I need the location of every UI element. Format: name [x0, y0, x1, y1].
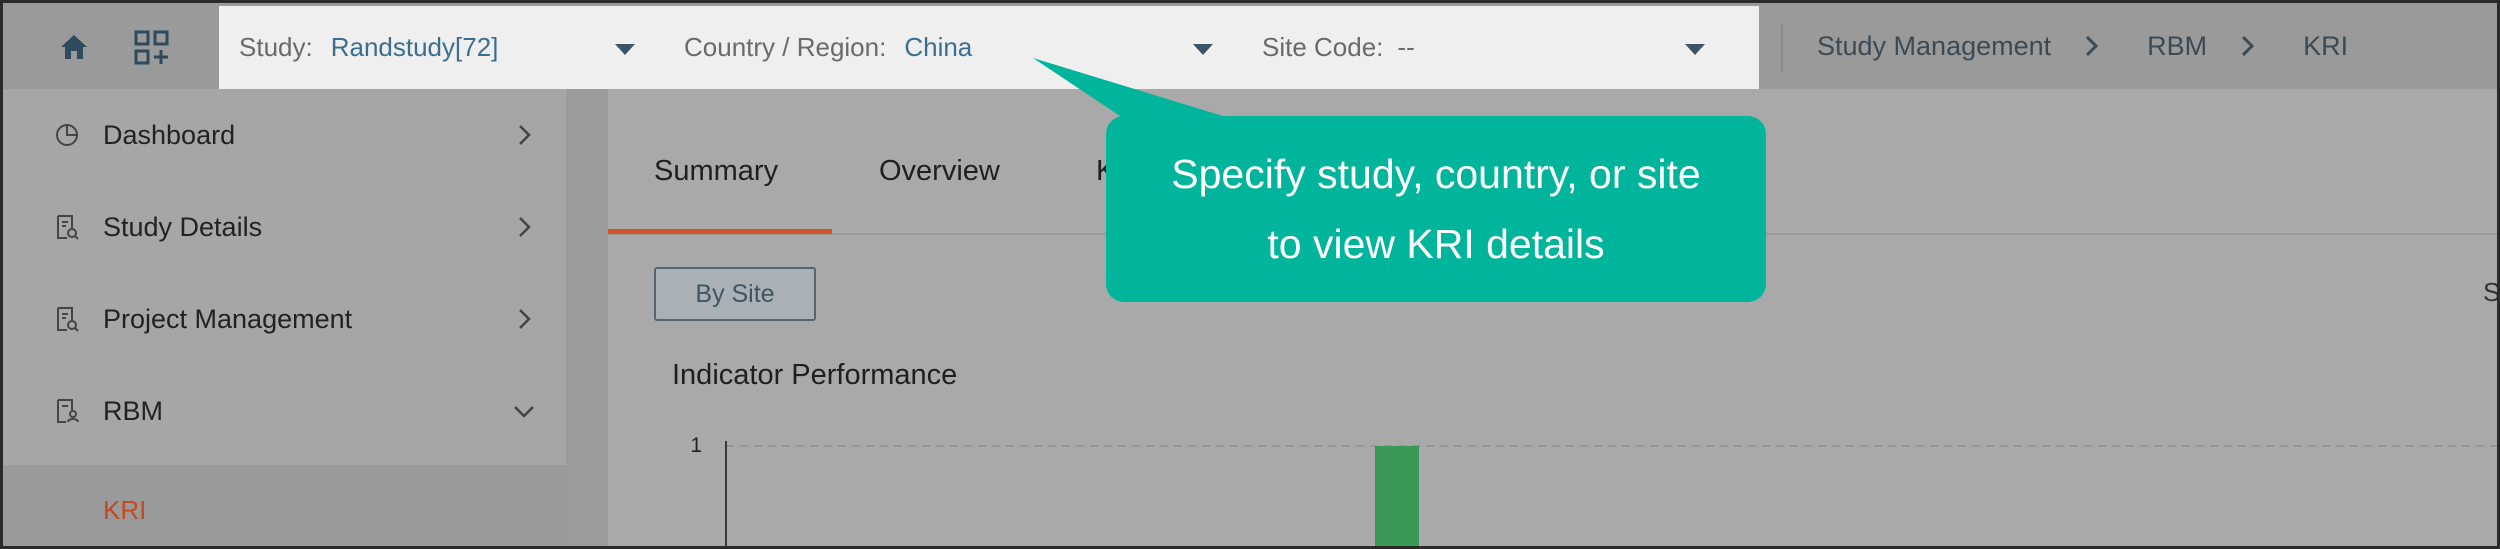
breadcrumb-item-study-management[interactable]: Study Management: [1817, 31, 2051, 62]
y-tick-label: 1: [690, 434, 702, 457]
chevron-right-icon: [2225, 33, 2269, 59]
sidebar-item-label: RBM: [103, 395, 163, 426]
content-gutter: [566, 89, 608, 546]
sidebar-item-label: Dashboard: [103, 119, 236, 150]
sidebar-item-project-management[interactable]: Project Management: [3, 273, 566, 365]
study-value: Randstudy[72]: [330, 32, 499, 62]
breadcrumb-item-rbm[interactable]: RBM: [2147, 31, 2207, 62]
truncated-label: S: [2483, 277, 2500, 307]
sidebar-item-rbm[interactable]: RBM: [3, 365, 566, 457]
chevron-right-icon: [519, 309, 531, 329]
chevron-down-icon: [514, 406, 534, 418]
study-label: Study:: [239, 32, 313, 62]
breadcrumb-divider: [1781, 23, 1783, 73]
sidebar-item-study-details[interactable]: Study Details: [3, 181, 566, 273]
home-icon[interactable]: [59, 32, 89, 62]
guide-tooltip: Specify study, country, or site to view …: [1106, 116, 1766, 302]
site-dropdown-icon[interactable]: [1685, 44, 1705, 55]
app-window: Study: Randstudy[72] Country / Region: C…: [0, 0, 2500, 549]
chevron-right-icon: [519, 217, 531, 237]
sidebar-subitem-kri[interactable]: KRI: [3, 465, 566, 546]
document-user-icon: [57, 399, 79, 423]
document-search-icon: [57, 215, 79, 240]
bar: [1375, 446, 1419, 546]
breadcrumb-item-kri: KRI: [2303, 30, 2349, 61]
tooltip-line-1: Specify study, country, or site: [1171, 151, 1701, 197]
study-filter[interactable]: Study: Randstudy[72]: [239, 6, 498, 89]
breadcrumb: Study Management RBM KRI: [1817, 3, 2348, 89]
sidebar-item-label: Study Details: [103, 211, 263, 242]
chevron-right-icon: [519, 125, 531, 145]
sidebar: Dashboard Study Details Project Manageme…: [3, 89, 566, 546]
country-label: Country / Region:: [684, 32, 887, 62]
sidebar-item-label: Project Management: [103, 303, 353, 334]
app-grid-add-icon[interactable]: [133, 29, 171, 67]
sidebar-item-dashboard[interactable]: Dashboard: [3, 89, 566, 181]
document-search-icon: [57, 307, 79, 332]
country-dropdown-icon[interactable]: [1193, 44, 1213, 55]
filter-bar: Study: Randstudy[72] Country / Region: C…: [219, 6, 1759, 89]
chevron-right-icon: [2069, 33, 2113, 59]
study-dropdown-icon[interactable]: [615, 44, 635, 55]
tooltip-line-2: to view KRI details: [1267, 221, 1605, 267]
site-value: --: [1397, 32, 1415, 62]
country-value: China: [904, 32, 973, 62]
sidebar-subitem-label: KRI: [103, 495, 147, 525]
pie-chart-icon: [56, 124, 78, 146]
country-filter[interactable]: Country / Region: China: [684, 6, 972, 89]
